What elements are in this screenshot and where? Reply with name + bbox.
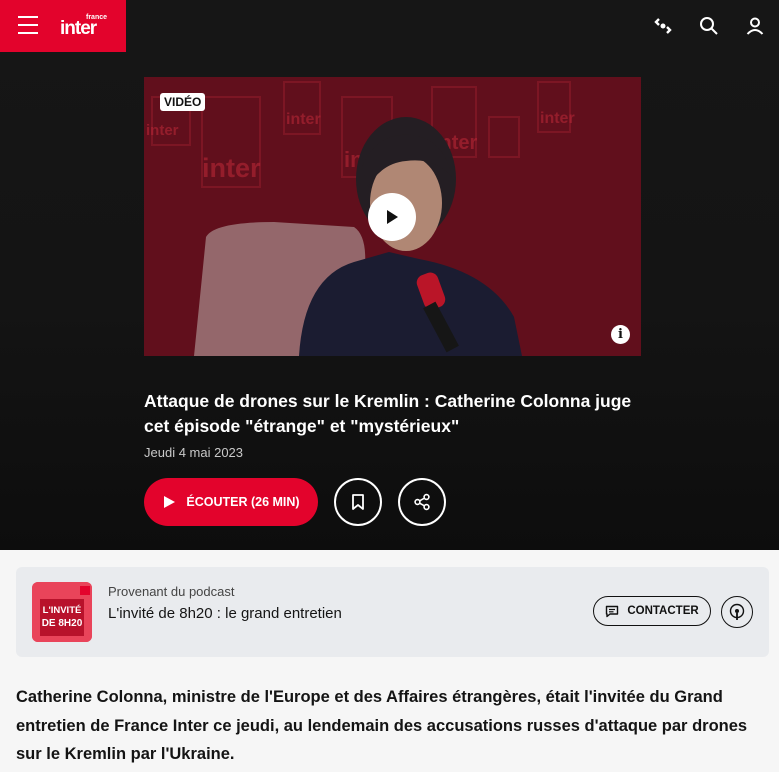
video-badge: VIDÉO [160,93,206,111]
episode-summary: Catherine Colonna, ministre de l'Europe … [16,688,748,763]
bookmark-button[interactable] [334,478,382,526]
search-icon [700,17,718,35]
podcast-card: L'INVITÉ DE 8H20 Provenant du podcast L'… [16,567,769,657]
top-bar: france inter [0,0,779,52]
podcast-name-link[interactable]: L'invité de 8h20 : le grand entretien [108,605,342,622]
episode-date: Jeudi 4 mai 2023 [144,445,244,460]
podcast-cover-art: L'INVITÉ DE 8H20 [32,582,92,642]
bookmark-icon [352,494,364,510]
share-button[interactable] [398,478,446,526]
play-icon [164,496,176,508]
play-icon [387,210,398,224]
play-button[interactable] [368,193,416,241]
video-player[interactable]: inter inter inter inter inter inter VIDÉ… [144,77,641,356]
radio-live-icon [654,18,672,34]
podcast-meta: Provenant du podcast L'invité de 8h20 : … [108,584,342,622]
contact-label: CONTACTER [627,605,699,617]
listen-label: ÉCOUTER (26 MIN) [186,495,300,509]
share-icon [414,493,430,511]
user-icon [746,17,764,35]
menu-icon-line [18,32,38,34]
account-button[interactable] [743,14,767,38]
logo-main-text: inter [60,18,97,39]
menu-button[interactable] [18,16,40,34]
podcast-subscribe-button[interactable] [721,596,753,628]
cover-line-2: DE 8H20 [42,618,83,629]
brand-block: france inter [0,0,126,52]
message-icon [606,605,619,617]
podcast-cover[interactable]: L'INVITÉ DE 8H20 [32,582,92,642]
search-button[interactable] [697,14,721,38]
top-icons [651,14,767,38]
hero-section: france inter inter inter inter inter int… [0,0,779,550]
cover-line-1: L'INVITÉ [43,605,82,616]
menu-icon [18,16,38,18]
menu-icon-line [18,24,38,26]
info-icon[interactable]: i [611,325,630,344]
podcast-icon [729,603,745,620]
episode-title: Attaque de drones sur le Kremlin : Cathe… [144,391,632,436]
listen-button[interactable]: ÉCOUTER (26 MIN) [144,478,318,526]
live-radio-button[interactable] [651,14,675,38]
podcast-kicker: Provenant du podcast [108,584,235,599]
contact-button[interactable]: CONTACTER [593,596,711,626]
